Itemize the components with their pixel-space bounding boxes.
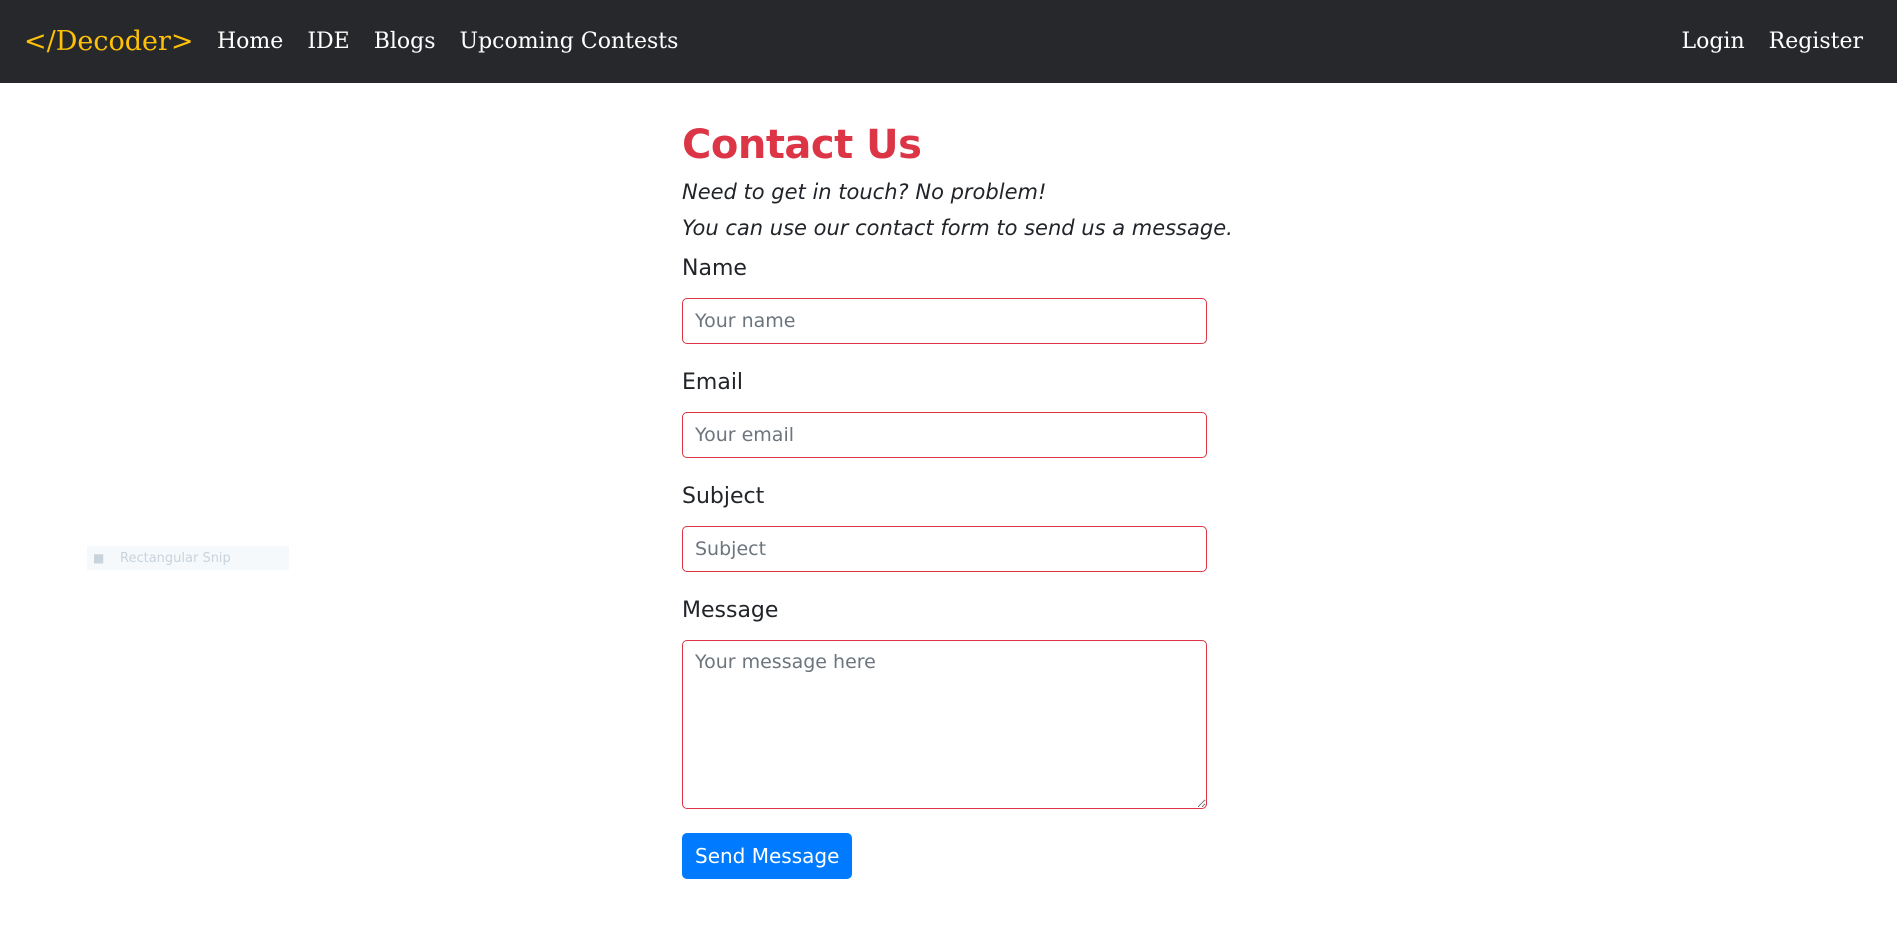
email-input[interactable] — [682, 412, 1207, 458]
name-field-group: Name — [682, 254, 1242, 344]
navbar: </Decoder> Home IDE Blogs Upcoming Conte… — [0, 0, 1897, 83]
subject-label: Subject — [682, 484, 765, 509]
nav-ide-link[interactable]: IDE — [307, 22, 349, 62]
subject-field-group: Subject — [682, 482, 1242, 572]
email-label: Email — [682, 370, 744, 395]
nav-left: Home IDE Blogs Upcoming Contests — [217, 22, 678, 62]
brand-logo[interactable]: </Decoder> — [24, 22, 194, 62]
name-label: Name — [682, 256, 747, 281]
contact-section: Contact Us Need to get in touch? No prob… — [682, 118, 1242, 879]
subject-input[interactable] — [682, 526, 1207, 572]
rectangular-snip-overlay[interactable]: ■ Rectangular Snip — [87, 546, 289, 570]
nav-home-link[interactable]: Home — [217, 22, 283, 62]
message-textarea[interactable] — [682, 640, 1207, 809]
snip-icon: ■ — [93, 551, 105, 565]
lead-line-2: You can use our contact form to send us … — [682, 216, 1233, 240]
nav-register-link[interactable]: Register — [1769, 22, 1863, 62]
nav-upcoming-contests-link[interactable]: Upcoming Contests — [460, 22, 679, 62]
send-message-button[interactable]: Send Message — [682, 833, 853, 879]
message-field-group: Message — [682, 596, 1242, 813]
lead-line-1: Need to get in touch? No problem! — [682, 180, 1047, 204]
name-input[interactable] — [682, 298, 1207, 344]
message-label: Message — [682, 598, 779, 623]
contact-form: Name Email Subject Message Send Message — [682, 254, 1242, 879]
page-title: Contact Us — [682, 122, 922, 168]
nav-right: Login Register — [1681, 22, 1863, 62]
lead-text: Need to get in touch? No problem! You ca… — [682, 174, 1242, 246]
email-field-group: Email — [682, 368, 1242, 458]
nav-login-link[interactable]: Login — [1681, 22, 1744, 62]
snip-label: Rectangular Snip — [120, 550, 231, 566]
nav-blogs-link[interactable]: Blogs — [374, 22, 436, 62]
